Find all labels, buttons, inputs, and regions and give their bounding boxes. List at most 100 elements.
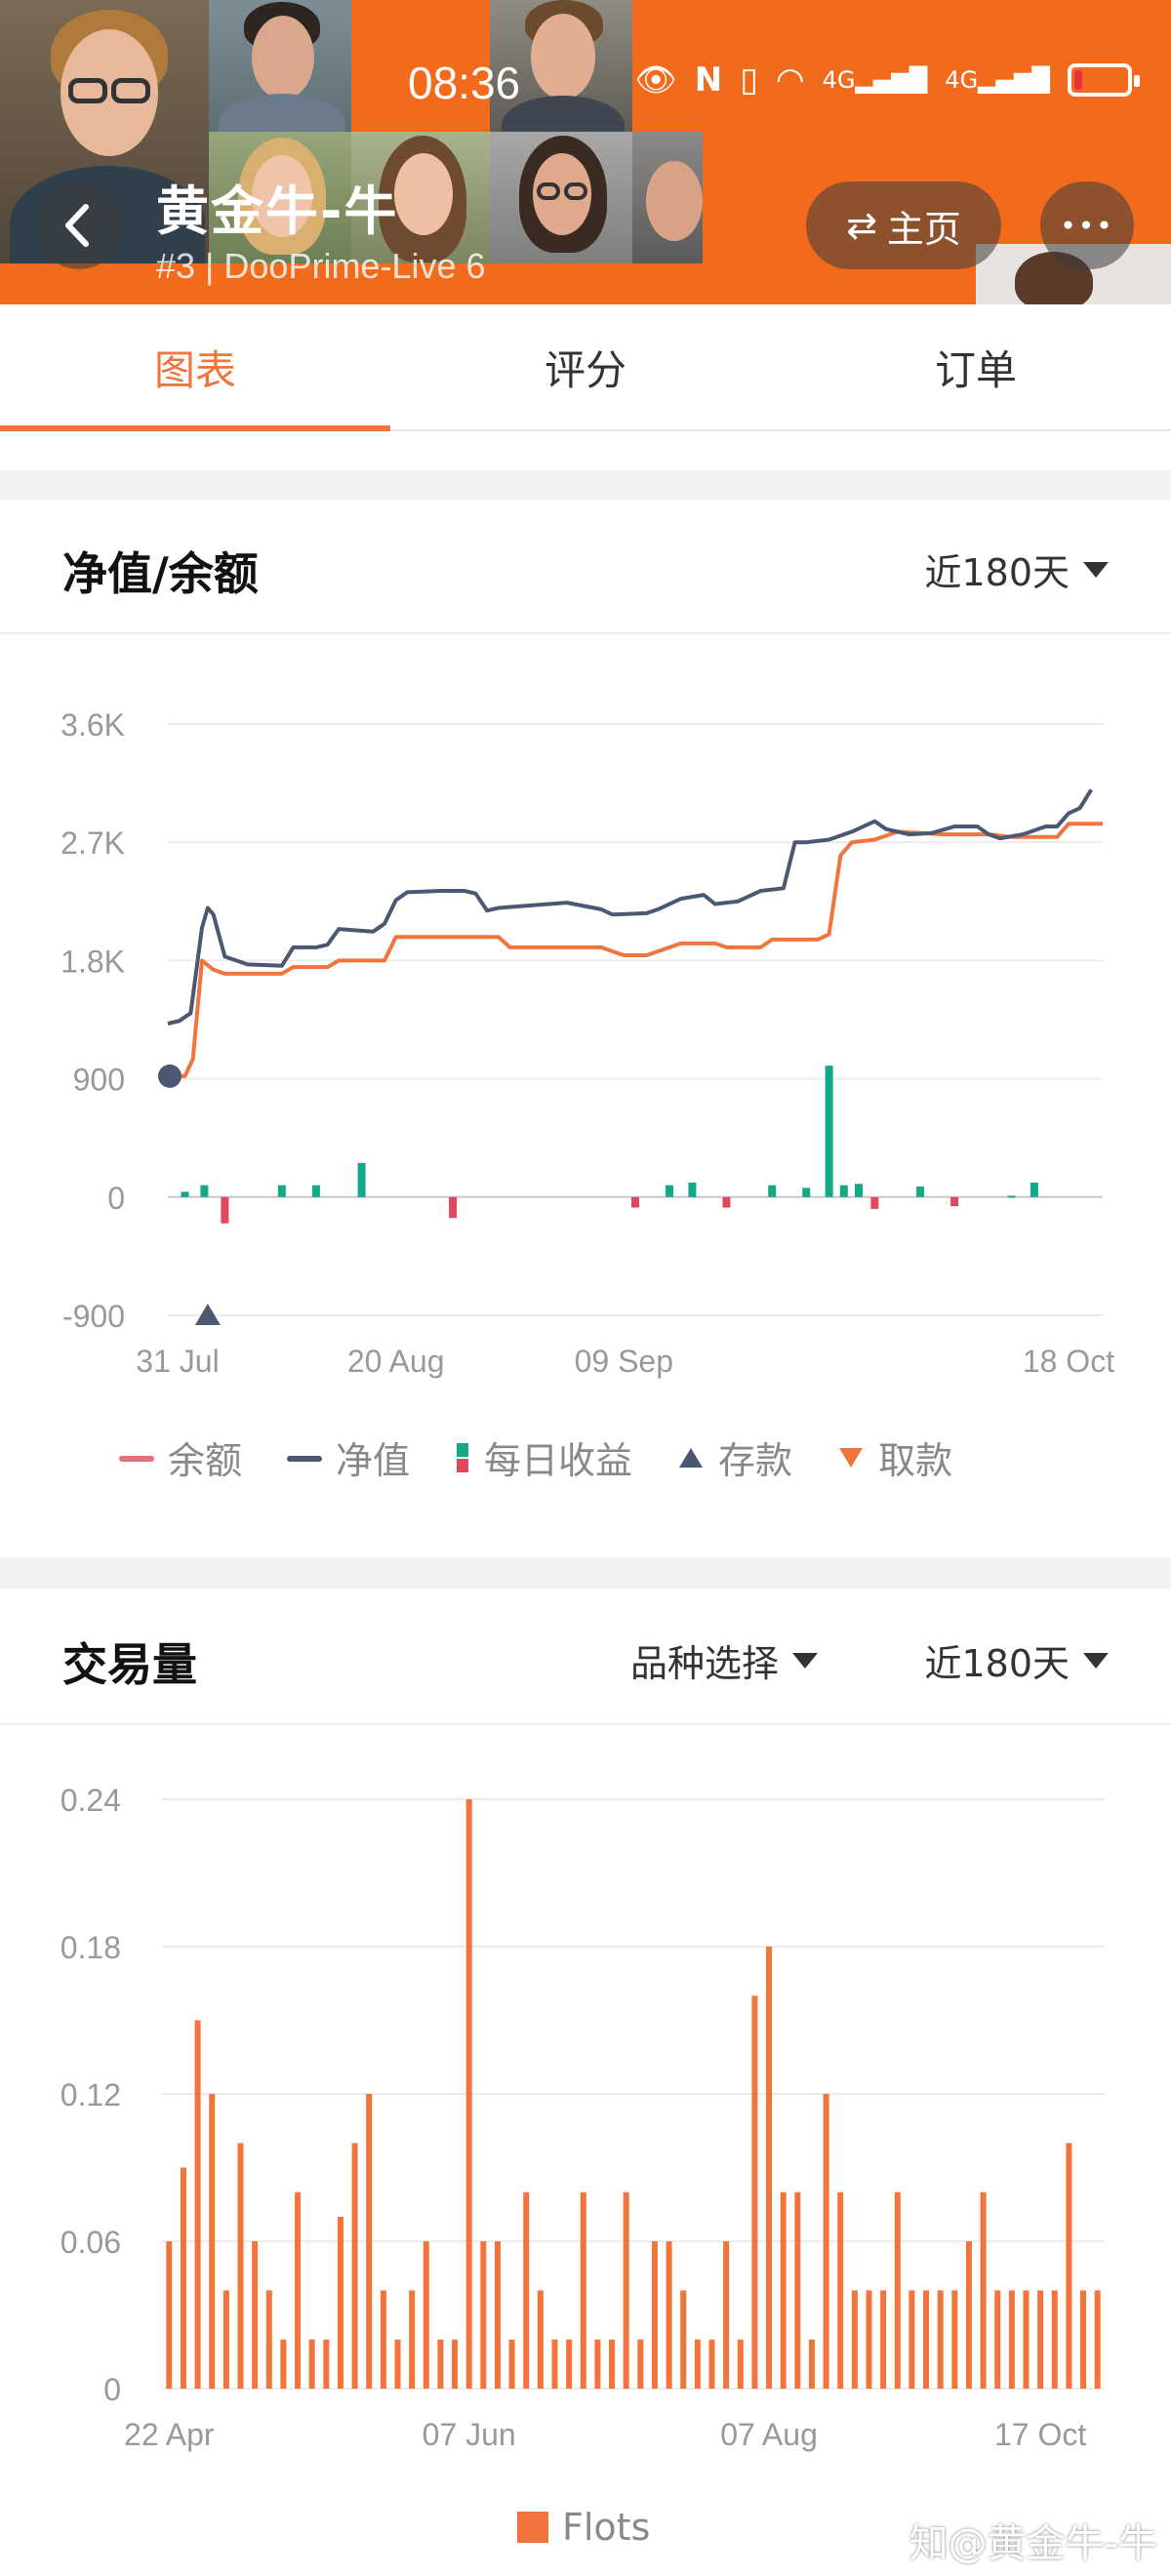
x-tick-label: 09 Sep [575,1344,673,1379]
trader-name: 黄金牛-牛 [156,181,399,242]
volume-bar [1066,2143,1072,2389]
chevron-left-icon [65,204,89,247]
x-tick-label: 07 Jun [423,2417,516,2452]
volume-bar [366,2094,373,2389]
volume-chart: 0.24 0.18 0.12 0.06 022 Apr 07 Jun 07 Aug 17 Oc… [61,1783,1105,2452]
legend-dash-icon [119,1455,154,1462]
legend-square-icon [517,2512,548,2543]
volume-bar [837,2192,844,2389]
volume-bar [480,2241,487,2389]
volume-bar [209,2094,216,2389]
volume-bar [337,2216,343,2389]
volume-bar [666,2241,672,2389]
volume-bar [308,2339,315,2389]
deposit-start-dot [158,1064,182,1088]
daily-profit-bar [666,1185,674,1197]
tab-chart[interactable]: 图表 [0,304,390,431]
volume-bar [280,2339,287,2389]
balance-line [168,822,1103,1078]
volume-bar [708,2339,715,2389]
more-icon: ••• [1060,209,1114,242]
y-tick-label: 2.7K [61,825,125,861]
legend-item-flots[interactable]: Flots [517,2506,650,2549]
daily-profit-bar [181,1191,189,1197]
tab-rating[interactable]: 评分 [390,304,781,429]
volume-bar [951,2290,958,2389]
volume-bar [723,2241,730,2389]
signal-icon: 4G▂▄▆█ [945,66,1050,94]
daily-profit-bar [1030,1182,1038,1197]
volume-bar [880,2290,887,2389]
divider [0,632,1171,634]
volume-bar [1008,2290,1015,2389]
legend-item-balance[interactable]: 余额 [119,1430,242,1484]
volume-bar [323,2339,330,2389]
profile-header: 08:36 👁 N ▯ ◠ 4G▂▄▆█ 4G▂▄▆█ 黄金牛-牛 #3 | D… [0,0,1171,304]
home-button[interactable]: ⇄ 主页 [806,181,1001,269]
legend-bars-icon [457,1442,469,1472]
status-bar: 08:36 👁 N ▯ ◠ 4G▂▄▆█ 4G▂▄▆█ [0,0,1171,108]
volume-bar [651,2241,658,2389]
legend-item-equity[interactable]: 净值 [287,1430,410,1484]
volume-bar [351,2143,358,2389]
volume-bar [465,1799,472,2389]
volume-bar [166,2241,173,2389]
daily-profit-bar [722,1196,731,1208]
eye-icon: 👁 [634,60,677,100]
volume-bar [694,2339,701,2389]
volume-bar [508,2339,515,2389]
legend-item-withdrawal[interactable]: 取款 [837,1430,952,1484]
volume-bar [237,2143,244,2389]
volume-bar [866,2290,872,2389]
volume-card-title: 交易量 [62,1638,197,1691]
daily-profit-bar [870,1196,879,1209]
daily-profit-bar [311,1185,320,1197]
volume-bar [751,1995,758,2389]
daily-profit-bar [950,1196,959,1207]
volume-bar [1037,2290,1044,2389]
volume-bar [566,2339,573,2389]
clock: 08:36 [408,58,521,108]
volume-bar [523,2192,530,2389]
legend-item-daily-profit[interactable]: 每日收益 [455,1430,632,1484]
volume-bar [923,2290,930,2389]
y-tick-label: 0.24 [61,1783,121,1818]
legend-item-deposit[interactable]: 存款 [677,1430,792,1484]
y-tick-label: 3.6K [61,707,125,743]
volume-bar [494,2241,501,2389]
tab-orders[interactable]: 订单 [781,304,1171,429]
volume-bar [808,2339,815,2389]
daily-profit-bar [768,1185,777,1197]
dropdown-arrow-icon [1083,561,1109,578]
y-tick-label: 0.06 [61,2225,121,2260]
daily-profit-bar [802,1187,811,1197]
dropdown-arrow-icon [1083,1652,1109,1669]
equity-balance-chart: 3.6K 2.7K 1.8K 900 0 -900 31 Jul 20 Aug 09 Sep 18… [61,707,1114,1379]
daily-profit-bar [916,1187,925,1197]
volume-bar [551,2339,558,2389]
x-tick-label: 20 Aug [347,1344,445,1379]
daily-profit-bar [688,1182,697,1197]
volume-bar [409,2290,416,2389]
daily-profit-bar [449,1196,458,1219]
equity-period-dropdown[interactable]: 近180天 [924,543,1109,596]
dropdown-arrow-icon [792,1652,819,1669]
section-gap [0,470,1171,500]
home-button-label: 主页 [886,207,961,251]
volume-bar [909,2290,915,2389]
volume-bar [423,2241,429,2389]
more-button[interactable]: ••• [1040,181,1134,269]
back-button[interactable] [35,181,123,269]
volume-period-dropdown[interactable]: 近180天 [924,1633,1109,1687]
volume-bar [1023,2290,1030,2389]
signal-icon: 4G▂▄▆█ [822,66,928,94]
volume-bar [680,2290,687,2389]
y-tick-label: 900 [73,1063,125,1098]
y-tick-label: 0.18 [61,1930,121,1965]
volume-bar [780,2192,787,2389]
daily-profit-bar [357,1162,366,1197]
x-tick-label: 22 Apr [124,2417,215,2452]
variety-filter-dropdown[interactable]: 品种选择 [630,1633,819,1687]
x-tick-label: 07 Aug [720,2417,818,2452]
legend-dash-icon [287,1455,323,1462]
